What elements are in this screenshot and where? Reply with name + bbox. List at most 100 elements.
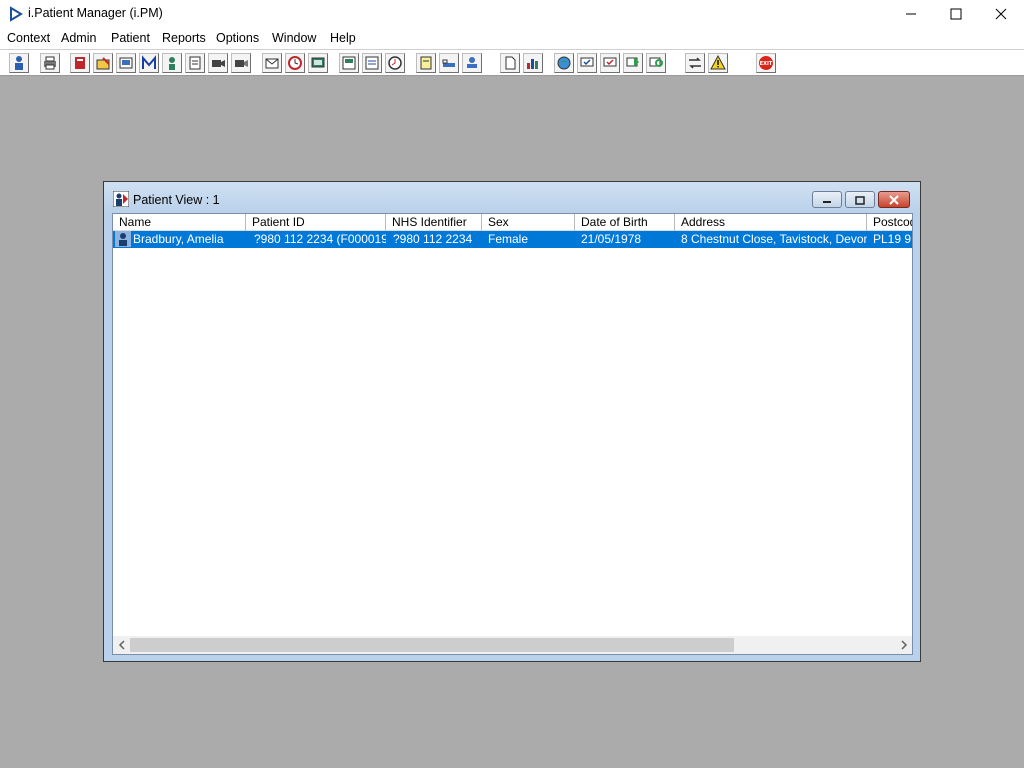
app-logo-icon bbox=[10, 6, 23, 22]
child-minimize-button[interactable] bbox=[812, 191, 842, 208]
patient-view-caption[interactable]: Patient View : 1 bbox=[104, 182, 920, 213]
column-header-patient-id[interactable]: Patient ID bbox=[246, 214, 386, 231]
menu-context[interactable]: Context bbox=[7, 31, 50, 45]
app-title: i.Patient Manager (i.PM) bbox=[28, 6, 163, 20]
toolbar-clock-button[interactable] bbox=[285, 53, 305, 73]
bed-icon bbox=[442, 59, 455, 67]
scrollbar-thumb[interactable] bbox=[130, 638, 734, 652]
minimize-button[interactable] bbox=[888, 0, 934, 28]
column-header-nhs-identifier[interactable]: NHS Identifier bbox=[386, 214, 482, 231]
maximize-button[interactable] bbox=[933, 0, 979, 28]
cell-nhs-identifier: ?980 112 2234 bbox=[393, 232, 473, 246]
toolbar-exit-button[interactable]: EXIT bbox=[756, 53, 776, 73]
chevron-right-icon bbox=[900, 640, 907, 650]
clock-alt-icon bbox=[388, 56, 402, 70]
toolbar-person-button[interactable] bbox=[162, 53, 182, 73]
toolbar-folder-edit-button[interactable] bbox=[93, 53, 113, 73]
toolbar-warning-button[interactable] bbox=[708, 53, 728, 73]
table-row[interactable]: Bradbury, Amelia ?980 112 2234 (F000019)… bbox=[113, 231, 912, 248]
warning-icon bbox=[710, 55, 726, 70]
toolbar-report-button[interactable] bbox=[339, 53, 359, 73]
close-icon bbox=[995, 8, 1007, 20]
exit-icon: EXIT bbox=[759, 56, 773, 70]
bar-chart-icon bbox=[527, 59, 538, 69]
maximize-icon bbox=[950, 8, 962, 20]
horizontal-scrollbar[interactable] bbox=[113, 636, 912, 654]
patient-list: Name Patient ID NHS Identifier Sex Date … bbox=[112, 213, 913, 655]
minimize-icon bbox=[823, 200, 831, 203]
toolbar-bed-button[interactable] bbox=[439, 53, 459, 73]
menu-help[interactable]: Help bbox=[330, 31, 356, 45]
menu-reports[interactable]: Reports bbox=[162, 31, 206, 45]
person-icon bbox=[169, 57, 175, 70]
toolbar-check-refresh-button[interactable] bbox=[600, 53, 620, 73]
patient-view-title: Patient View : 1 bbox=[133, 193, 220, 207]
close-icon bbox=[889, 194, 899, 205]
menu-patient[interactable]: Patient bbox=[111, 31, 150, 45]
toolbar-check-down-button[interactable] bbox=[577, 53, 597, 73]
toolbar-swap-button[interactable] bbox=[685, 53, 705, 73]
cell-address: 8 Chestnut Close, Tavistock, Devon... bbox=[681, 232, 867, 246]
toolbar-m-button[interactable] bbox=[139, 53, 159, 73]
chevron-left-icon bbox=[118, 640, 125, 650]
page-icon bbox=[505, 56, 516, 70]
toolbar-camera-alt-button[interactable] bbox=[231, 53, 251, 73]
screen-icon bbox=[311, 57, 325, 68]
toolbar-green-arrow-button[interactable] bbox=[623, 53, 643, 73]
book-icon bbox=[75, 57, 85, 69]
notepad-icon bbox=[189, 56, 201, 70]
cell-name: Bradbury, Amelia bbox=[133, 232, 224, 246]
transfer-icon bbox=[467, 57, 477, 68]
minimize-icon bbox=[906, 13, 916, 15]
toolbar-camera-button[interactable] bbox=[208, 53, 228, 73]
toolbar-document-button[interactable] bbox=[116, 53, 136, 73]
toolbar-screen-button[interactable] bbox=[308, 53, 328, 73]
column-header-address[interactable]: Address bbox=[675, 214, 867, 231]
toolbar-clock-alt-button[interactable] bbox=[385, 53, 405, 73]
toolbar-bar-chart-button[interactable] bbox=[523, 53, 543, 73]
toolbar-book-button[interactable] bbox=[70, 53, 90, 73]
note-icon bbox=[420, 56, 432, 70]
menu-options[interactable]: Options bbox=[216, 31, 259, 45]
envelope-icon bbox=[265, 58, 279, 69]
toolbar-patient-button[interactable] bbox=[9, 53, 29, 73]
column-header-postcode[interactable]: Postcod bbox=[867, 214, 912, 231]
cell-date-of-birth: 21/05/1978 bbox=[581, 232, 642, 246]
menu-bar: Context Admin Patient Reports Options Wi… bbox=[0, 28, 1024, 49]
clock-icon bbox=[288, 56, 302, 70]
column-header-sex[interactable]: Sex bbox=[482, 214, 575, 231]
close-button[interactable] bbox=[978, 0, 1024, 28]
title-bar: i.Patient Manager (i.PM) bbox=[0, 0, 1024, 28]
column-header-date-of-birth[interactable]: Date of Birth bbox=[575, 214, 675, 231]
camera-icon bbox=[212, 60, 225, 67]
list-icon bbox=[365, 56, 379, 70]
menu-admin[interactable]: Admin bbox=[61, 31, 96, 45]
toolbar-green-refresh-button[interactable] bbox=[646, 53, 666, 73]
toolbar-transfer-button[interactable] bbox=[462, 53, 482, 73]
green-refresh-icon bbox=[649, 57, 663, 67]
toolbar-note-button[interactable] bbox=[416, 53, 436, 73]
camera-alt-icon bbox=[235, 60, 248, 67]
toolbar-globe-button[interactable] bbox=[554, 53, 574, 73]
child-close-button[interactable] bbox=[878, 191, 910, 208]
green-arrow-icon bbox=[626, 57, 639, 67]
menu-window[interactable]: Window bbox=[272, 31, 316, 45]
document-icon bbox=[119, 57, 133, 69]
table-header: Name Patient ID NHS Identifier Sex Date … bbox=[113, 214, 912, 231]
scroll-right-button[interactable] bbox=[895, 636, 912, 654]
m-icon bbox=[142, 55, 156, 69]
toolbar-printer-button[interactable] bbox=[40, 53, 60, 73]
check-refresh-icon bbox=[603, 57, 617, 67]
swap-icon bbox=[689, 57, 701, 69]
report-icon bbox=[342, 56, 356, 70]
toolbar-list-button[interactable] bbox=[362, 53, 382, 73]
patient-view-window: Patient View : 1 Name Patient ID NHS Ide… bbox=[103, 181, 921, 662]
cell-patient-id: ?980 112 2234 (F000019) bbox=[254, 232, 386, 246]
child-restore-button[interactable] bbox=[845, 191, 875, 208]
column-header-name[interactable]: Name bbox=[113, 214, 246, 231]
scroll-left-button[interactable] bbox=[113, 636, 130, 654]
toolbar-page-button[interactable] bbox=[500, 53, 520, 73]
toolbar-envelope-button[interactable] bbox=[262, 53, 282, 73]
cell-sex: Female bbox=[488, 232, 529, 246]
toolbar-notepad-button[interactable] bbox=[185, 53, 205, 73]
